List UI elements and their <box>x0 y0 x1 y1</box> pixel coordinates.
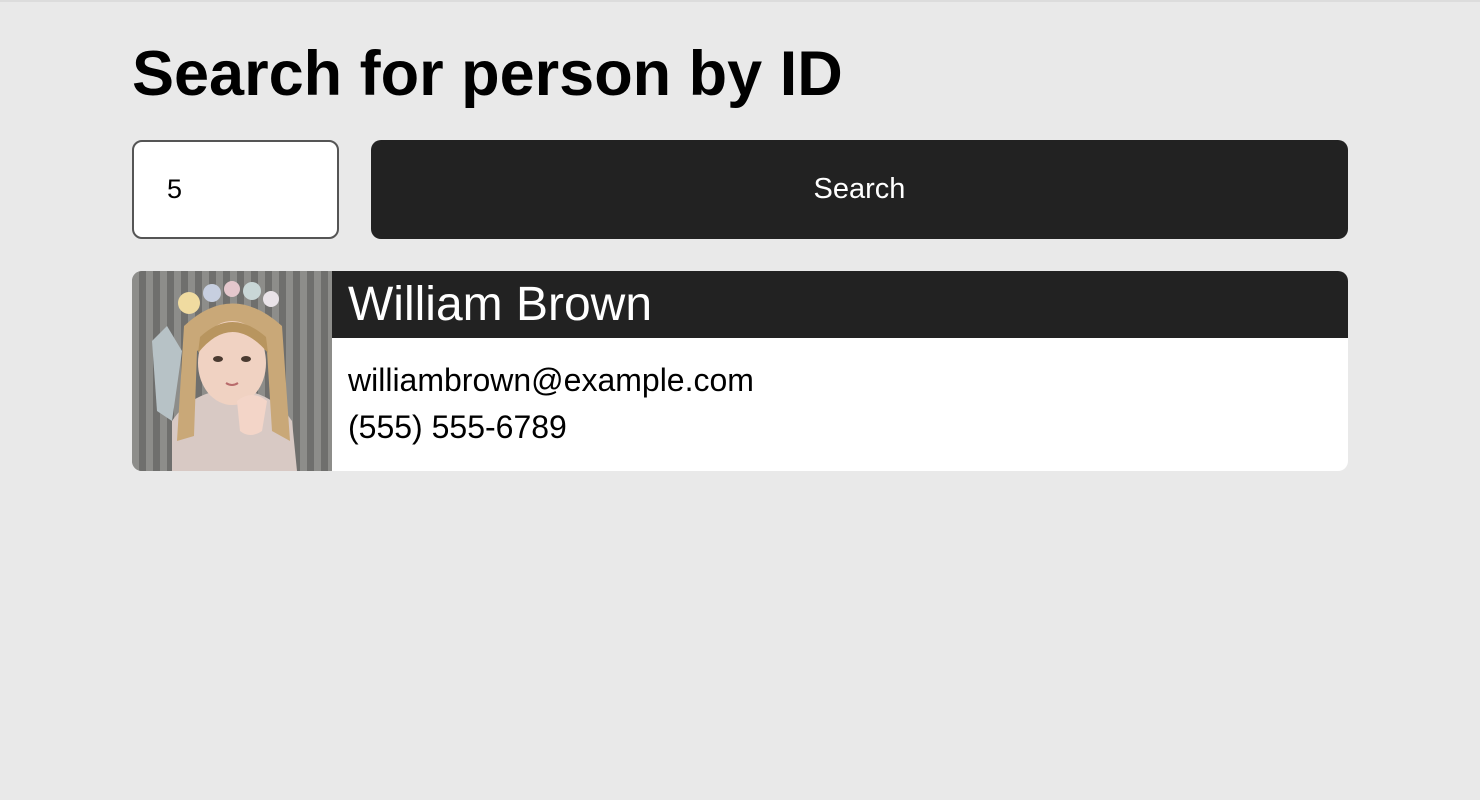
search-button[interactable]: Search <box>371 140 1348 239</box>
card-header: William Brown <box>332 271 1348 338</box>
person-name: William Brown <box>348 278 653 331</box>
page-title: Search for person by ID <box>132 39 843 109</box>
avatar <box>132 271 332 471</box>
person-phone: (555) 555-6789 <box>348 409 567 445</box>
page: Search for person by ID Search <box>0 0 1480 800</box>
person-id-input[interactable] <box>132 140 339 239</box>
person-card: William Brown williambrown@example.com (… <box>132 271 1348 471</box>
person-email: williambrown@example.com <box>348 362 754 398</box>
person-photo-icon <box>132 271 332 471</box>
